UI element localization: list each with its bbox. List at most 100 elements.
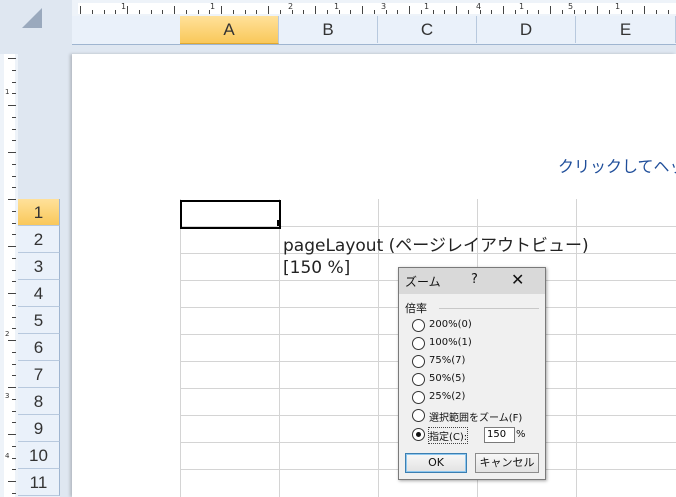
ruler-tick [456,6,457,14]
ruler-tick [12,493,16,494]
option-label: 75%(7) [429,355,466,366]
row-header-1[interactable]: 1 [18,199,60,226]
help-button[interactable]: ? [471,272,478,287]
ruler-tick [12,223,16,224]
horizontal-ruler[interactable]: 1 1 2 1 3 1 4 1 5 1 [72,0,676,17]
ruler-tick [12,176,16,177]
column-header-c[interactable]: C [378,16,477,43]
row-header-8[interactable]: 8 [18,388,60,415]
option-label: 50%(5) [429,373,466,384]
option-label: 200%(0) [429,319,472,330]
ruler-tick [421,10,422,14]
radio-icon[interactable] [412,337,425,350]
ruler-tick [397,10,398,14]
custom-zoom-input[interactable]: 150 [484,427,515,443]
ruler-tick [303,10,304,14]
column-header-d[interactable]: D [477,16,576,43]
ruler-tick [668,10,669,14]
page-sheet[interactable] [72,54,676,497]
group-divider [439,308,539,309]
ruler-tick [8,340,16,341]
ruler-tick [12,281,16,282]
radio-selected-icon[interactable] [412,428,425,441]
row-header-2[interactable]: 2 [18,226,60,253]
ruler-number: 1 [5,88,10,96]
grid-line [180,199,181,497]
ruler-tick [151,10,152,14]
row-header-7[interactable]: 7 [18,361,60,388]
ruler-tick [315,6,316,14]
ruler-number: 1 [615,2,621,11]
row-header-6[interactable]: 6 [18,334,60,361]
column-header-bar: A B C D E [72,16,676,45]
ruler-tick [12,187,16,188]
header-placeholder-text[interactable]: クリックしてヘッ [558,153,676,177]
ruler-tick [104,10,105,14]
column-header-b[interactable]: B [279,16,378,43]
select-all-corner[interactable] [0,0,72,44]
ruler-tick [12,399,16,400]
ruler-tick [12,317,16,318]
radio-icon[interactable] [412,373,425,386]
ruler-tick [12,70,16,71]
cell-b2[interactable]: pageLayout (ページレイアウトビュー) [283,231,589,256]
row-header-9[interactable]: 9 [18,415,60,442]
vertical-ruler[interactable]: 1 2 3 4 [0,54,18,497]
ruler-number: 3 [5,392,10,400]
option-label: 指定(C): [427,427,469,444]
ruler-tick [515,10,516,14]
radio-icon[interactable] [412,391,425,404]
ruler-tick [8,293,16,294]
column-header-e[interactable]: E [576,16,676,43]
option-label: 100%(1) [429,337,472,348]
ruler-tick [233,10,234,14]
ruler-tick [12,234,16,235]
ruler-tick [256,10,257,14]
ruler-tick [433,10,434,14]
radio-icon[interactable] [412,409,425,422]
ruler-track [4,54,15,497]
cell-b3[interactable]: [150 %] [283,258,350,278]
ruler-tick [644,6,645,14]
ruler-tick [268,6,269,14]
fill-handle[interactable] [277,220,281,226]
ruler-tick [491,10,492,14]
active-cell-a1[interactable] [180,200,281,229]
ruler-number: 4 [5,452,10,460]
ruler-tick [12,258,16,259]
ruler-tick [12,164,16,165]
row-header-11[interactable]: 11 [18,469,60,496]
radio-icon[interactable] [412,355,425,368]
ruler-tick [139,10,140,14]
close-button[interactable]: ✕ [511,270,524,289]
dialog-title: ズーム [405,275,441,289]
row-header-3[interactable]: 3 [18,253,60,280]
ruler-tick [92,10,93,14]
ok-button[interactable]: OK [405,453,467,473]
ruler-tick [350,10,351,14]
ruler-tick [12,458,16,459]
ruler-tick [162,10,163,14]
ruler-tick [8,481,16,482]
select-all-triangle-icon [22,8,42,28]
ruler-tick [12,422,16,423]
ruler-number: 1 [334,2,340,11]
ruler-number: 1 [121,2,127,11]
radio-icon[interactable] [412,319,425,332]
ruler-tick [12,375,16,376]
ruler-tick [12,305,16,306]
ruler-tick [632,10,633,14]
ruler-tick [221,6,222,14]
column-header-a[interactable]: A [180,16,279,44]
dialog-title-bar[interactable]: ズーム ? ✕ [399,268,545,294]
cancel-button[interactable]: キャンセル [475,453,539,473]
row-header-5[interactable]: 5 [18,307,60,334]
ruler-tick [562,10,563,14]
row-header-10[interactable]: 10 [18,442,60,469]
ruler-tick [409,6,410,14]
ruler-tick [8,199,16,200]
ruler-tick [362,6,363,14]
ruler-tick [574,10,575,14]
ruler-tick [327,10,328,14]
row-header-4[interactable]: 4 [18,280,60,307]
